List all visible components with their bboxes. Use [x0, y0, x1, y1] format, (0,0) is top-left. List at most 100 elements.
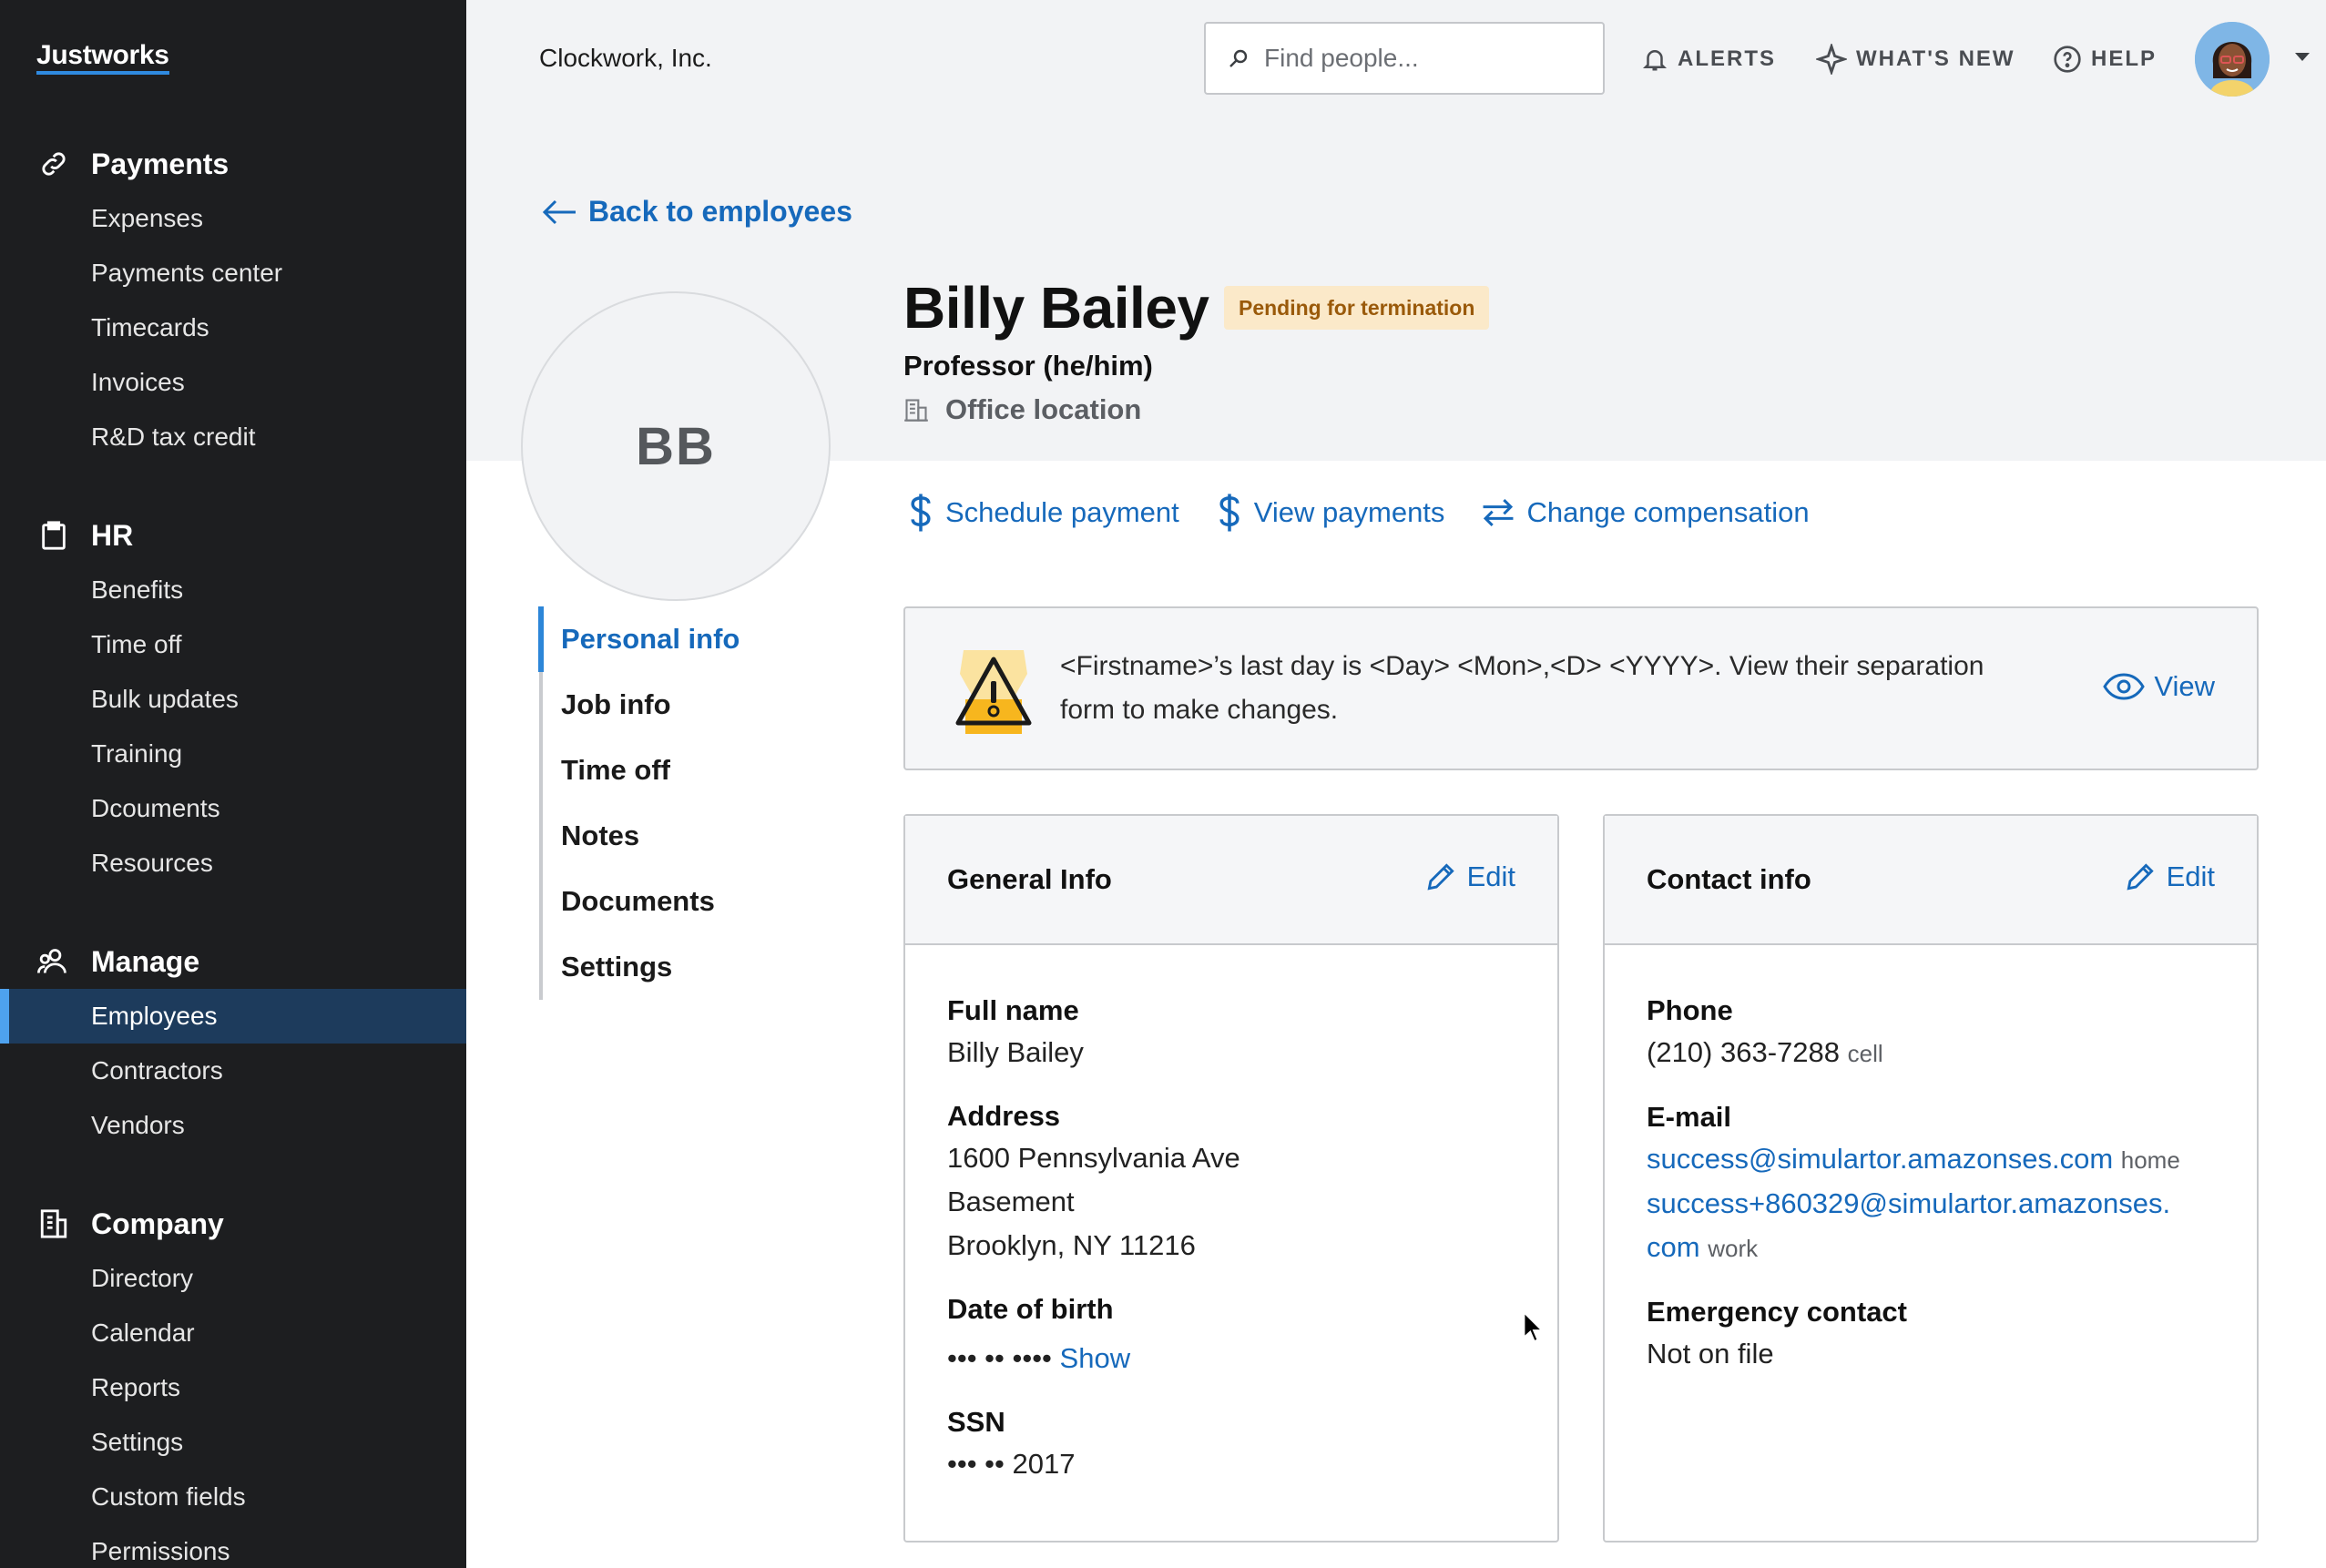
whats-new-label: WHAT'S NEW	[1856, 46, 2015, 71]
sidebar-item-expenses[interactable]: Expenses	[0, 191, 466, 246]
warning-icon	[953, 647, 1035, 742]
ssn-last4: 2017	[1012, 1448, 1076, 1480]
card-body: Full name Billy Bailey Address 1600 Penn…	[905, 945, 1557, 1486]
change-compensation-button[interactable]: Change compensation	[1481, 496, 1810, 529]
office-building-icon	[903, 397, 929, 423]
full-name-value: Billy Bailey	[947, 1036, 1084, 1068]
separation-alert: <Firstname>’s last day is <Day> <Mon>,<D…	[903, 606, 2259, 770]
nav-head-manage[interactable]: Manage	[0, 934, 466, 989]
address-label: Address	[947, 1100, 1061, 1132]
alert-message: <Firstname>’s last day is <Day> <Mon>,<D…	[1060, 651, 1984, 725]
card-title: Contact info	[1647, 863, 1811, 895]
top-bar: Clockwork, Inc. ALERTS WHAT'S NEW HELP	[466, 0, 2326, 118]
help-icon	[2053, 45, 2082, 74]
employee-title: Professor (he/him)	[903, 350, 1153, 382]
help-label: HELP	[2091, 46, 2158, 71]
sidebar-item-training[interactable]: Training	[0, 727, 466, 781]
sidebar-item-permissions[interactable]: Permissions	[0, 1524, 466, 1568]
sidebar-item-timecards[interactable]: Timecards	[0, 300, 466, 355]
edit-contact-info-button[interactable]: Edit	[2123, 860, 2215, 894]
schedule-payment-button[interactable]: Schedule payment	[907, 493, 1179, 533]
email-home-link[interactable]: success@simulartor.amazonses.com	[1647, 1143, 2113, 1175]
sidebar-item-custom-fields[interactable]: Custom fields	[0, 1470, 466, 1524]
nav-head-label: Company	[91, 1207, 224, 1240]
sidebar-item-resources[interactable]: Resources	[0, 836, 466, 891]
card-title: General Info	[947, 863, 1112, 895]
sidebar: Justworks Payments Expenses Payments cen…	[0, 0, 466, 1568]
sidebar-item-contractors[interactable]: Contractors	[0, 1044, 466, 1098]
edit-label: Edit	[1466, 860, 1515, 892]
sidebar-item-settings[interactable]: Settings	[0, 1415, 466, 1470]
view-separation-form-button[interactable]: View	[2103, 670, 2215, 703]
email-work-link-cont[interactable]: com	[1647, 1231, 1700, 1263]
tab-job-info[interactable]: Job info	[543, 672, 812, 738]
view-payments-button[interactable]: View payments	[1216, 493, 1444, 533]
sidebar-item-directory[interactable]: Directory	[0, 1251, 466, 1306]
sidebar-item-bulk-updates[interactable]: Bulk updates	[0, 672, 466, 727]
nav-head-hr[interactable]: HR	[0, 508, 466, 563]
employee-avatar: BB	[521, 291, 831, 601]
alerts-link[interactable]: ALERTS	[1641, 40, 1776, 78]
email-home-type: home	[2120, 1146, 2180, 1174]
sidebar-item-documents[interactable]: Dcouments	[0, 781, 466, 836]
emergency-contact-label: Emergency contact	[1647, 1296, 1907, 1328]
sidebar-item-invoices[interactable]: Invoices	[0, 355, 466, 410]
dob-masked: ••• •• ••••	[947, 1342, 1052, 1374]
action-bar: Schedule payment View payments Change co…	[907, 488, 1846, 537]
tab-time-off[interactable]: Time off	[543, 738, 812, 803]
email-work-link[interactable]: success+860329@simulartor.amazonses.	[1647, 1187, 2170, 1219]
card-header: General Info Edit	[905, 816, 1557, 945]
sparkle-icon	[1816, 44, 1847, 75]
chevron-down-icon[interactable]	[2293, 51, 2311, 68]
general-info-card: General Info Edit Full name Billy Bailey…	[903, 814, 1559, 1543]
address-line-2: Basement	[947, 1186, 1075, 1217]
nav-head-payments[interactable]: Payments	[0, 137, 466, 191]
email-home-row: success@simulartor.amazonses.com home	[1647, 1137, 2215, 1182]
edit-label: Edit	[2166, 860, 2215, 892]
bell-icon	[1641, 46, 1668, 73]
dollar-icon	[1216, 493, 1243, 533]
tab-personal-info[interactable]: Personal info	[538, 606, 812, 672]
show-dob-link[interactable]: Show	[1060, 1342, 1131, 1374]
building-icon	[36, 1207, 71, 1241]
tab-documents[interactable]: Documents	[543, 869, 812, 934]
search-input[interactable]	[1264, 44, 1592, 73]
nav-head-label: Manage	[91, 944, 200, 978]
dob-value: ••• •• •••• Show	[947, 1337, 1515, 1380]
sidebar-item-payments-center[interactable]: Payments center	[0, 246, 466, 300]
address-line-3: Brooklyn, NY 11216	[947, 1229, 1196, 1261]
employee-name: Billy Bailey	[903, 275, 1209, 341]
profile-tab-nav: Personal info Job info Time off Notes Do…	[538, 606, 812, 1000]
back-to-employees-link[interactable]: Back to employees	[541, 195, 852, 229]
tab-settings[interactable]: Settings	[543, 934, 812, 1000]
sidebar-item-reports[interactable]: Reports	[0, 1360, 466, 1415]
nav-head-label: Payments	[91, 147, 230, 180]
whats-new-link[interactable]: WHAT'S NEW	[1816, 40, 2015, 78]
user-avatar[interactable]	[2195, 22, 2270, 97]
nav-section-payments: Payments Expenses Payments center Timeca…	[0, 137, 466, 464]
arrow-left-icon	[541, 198, 577, 227]
nav-head-label: HR	[91, 518, 134, 552]
phone-label: Phone	[1647, 994, 1733, 1026]
edit-general-info-button[interactable]: Edit	[1423, 860, 1515, 894]
email-work-type: work	[1708, 1235, 1759, 1262]
company-name[interactable]: Clockwork, Inc.	[539, 44, 712, 73]
help-link[interactable]: HELP	[2053, 40, 2157, 78]
card-header: Contact info Edit	[1605, 816, 2257, 945]
tab-notes[interactable]: Notes	[543, 803, 812, 869]
sidebar-item-time-off[interactable]: Time off	[0, 617, 466, 672]
nav-head-company[interactable]: Company	[0, 1196, 466, 1251]
sidebar-item-employees[interactable]: Employees	[0, 989, 466, 1044]
dob-label: Date of birth	[947, 1293, 1114, 1325]
sidebar-item-rd-tax-credit[interactable]: R&D tax credit	[0, 410, 466, 464]
link-icon	[36, 147, 71, 181]
people-search[interactable]	[1204, 22, 1605, 95]
pencil-icon	[1423, 860, 1458, 894]
alerts-label: ALERTS	[1678, 46, 1776, 71]
people-icon	[36, 944, 71, 979]
mouse-pointer-icon	[1523, 1310, 1545, 1349]
sidebar-item-vendors[interactable]: Vendors	[0, 1098, 466, 1153]
sidebar-item-benefits[interactable]: Benefits	[0, 563, 466, 617]
sidebar-item-calendar[interactable]: Calendar	[0, 1306, 466, 1360]
justworks-logo[interactable]: Justworks	[36, 40, 169, 75]
